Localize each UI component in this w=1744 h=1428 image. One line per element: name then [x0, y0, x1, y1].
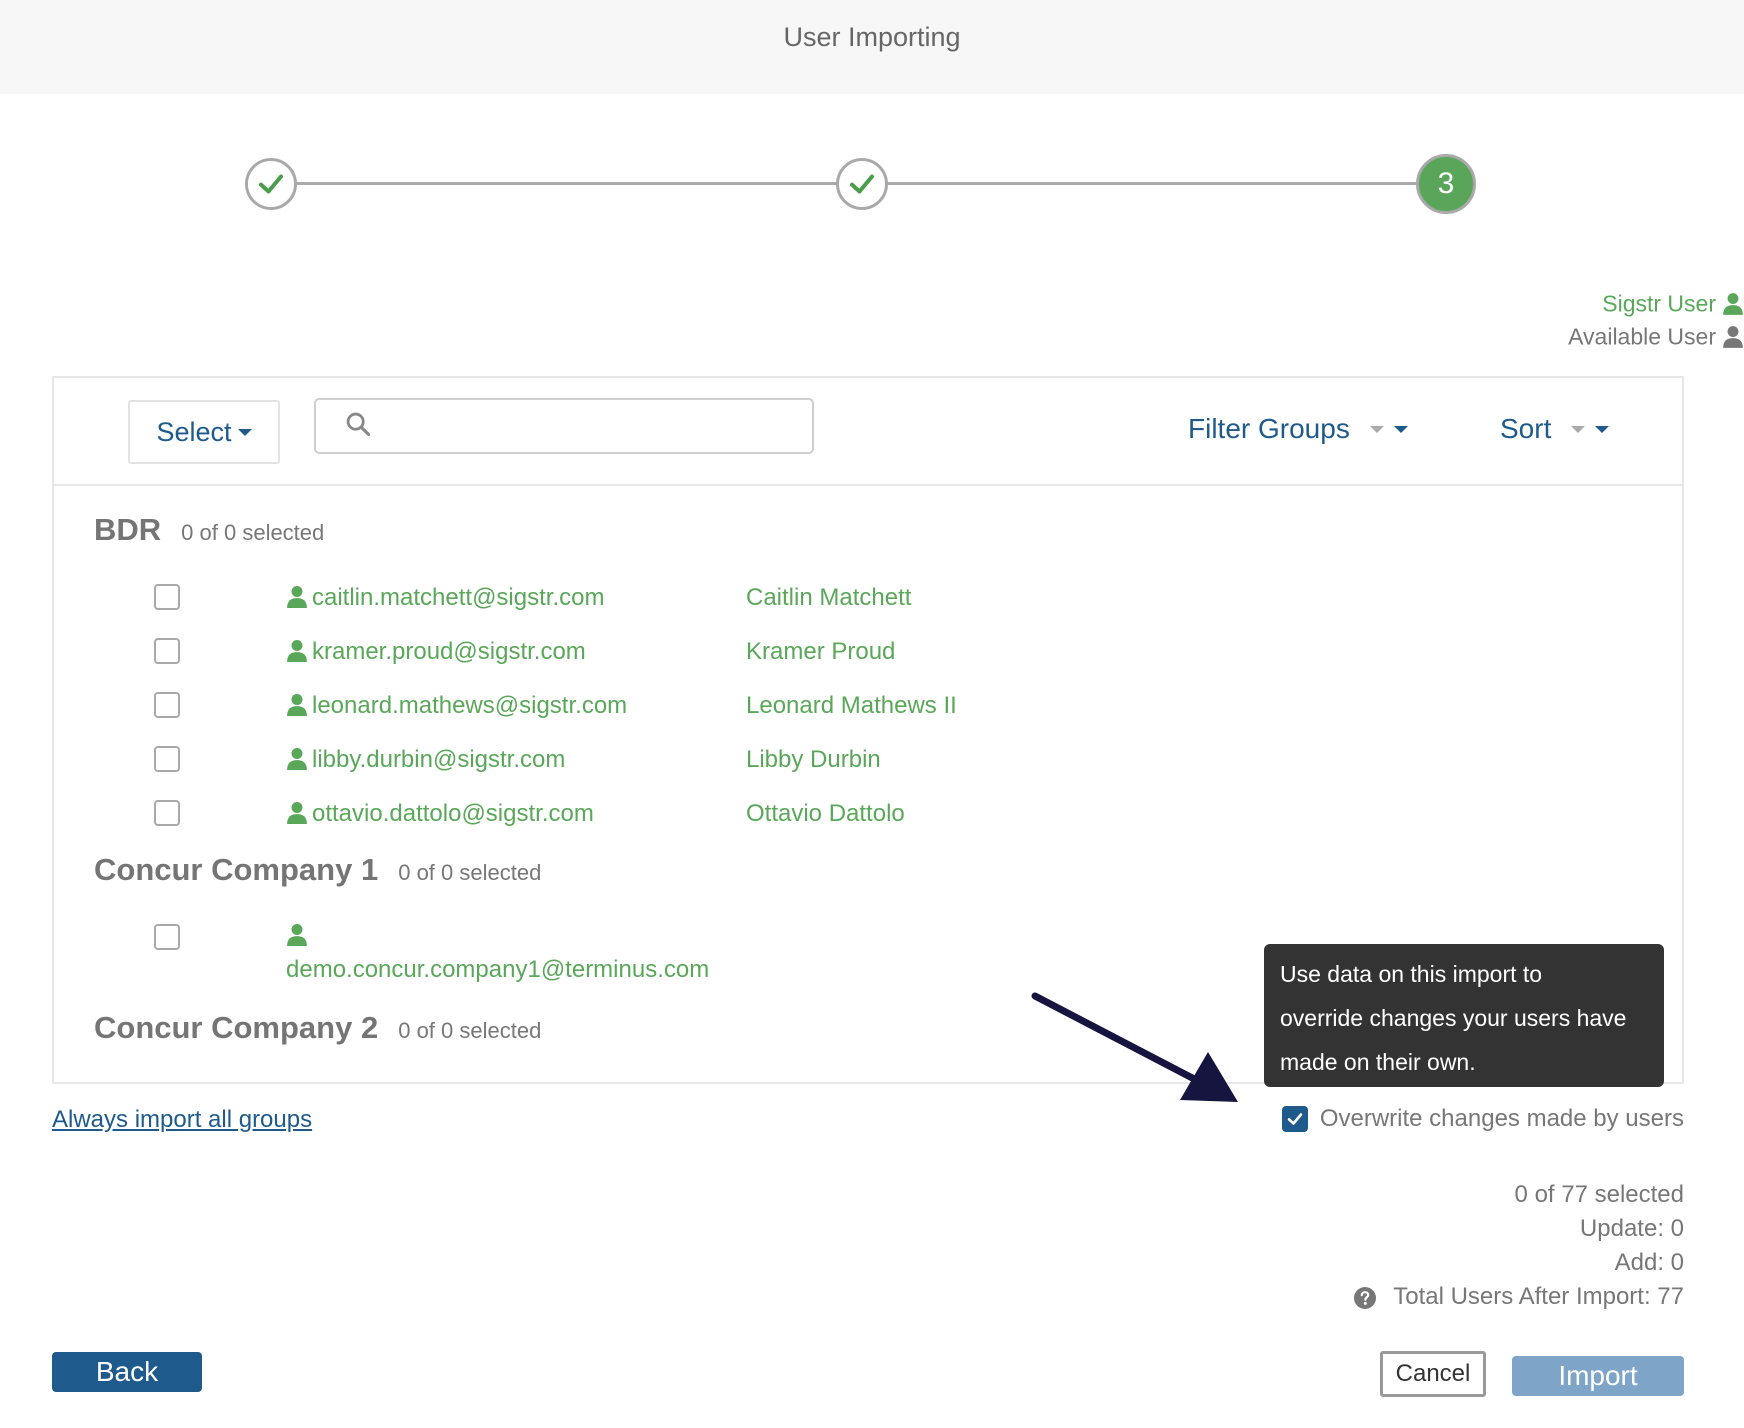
user-email: caitlin.matchett@sigstr.com [312, 584, 605, 611]
group-header-concur-company-2: Concur Company 2 0 of 0 selected [94, 1010, 541, 1046]
user-checkbox[interactable] [154, 638, 180, 664]
group-selected-count: 0 of 0 selected [398, 860, 542, 885]
check-icon [850, 174, 874, 194]
user-icon [286, 1082, 308, 1084]
overwrite-label: Overwrite changes made by users [1319, 1105, 1684, 1132]
overwrite-option[interactable]: Overwrite changes made by users [1281, 1105, 1684, 1133]
group-name: Concur Company 1 [94, 852, 379, 887]
caret-down-icon [1369, 425, 1384, 433]
group-header-bdr: BDR 0 of 0 selected [94, 512, 324, 548]
user-checkbox[interactable] [154, 1082, 180, 1084]
modal-header: User Importing [0, 0, 1744, 94]
tooltip-line: Use data on this import to [1280, 961, 1543, 987]
user-checkbox[interactable] [154, 692, 180, 718]
user-email: demo.concur.company1@terminus.com [286, 956, 710, 983]
user-icon [287, 586, 307, 608]
group-name: BDR [94, 512, 162, 547]
filter-groups-label: Filter Groups [1188, 413, 1350, 444]
user-icon [287, 748, 307, 770]
step-number: 3 [1437, 167, 1455, 200]
cancel-button[interactable]: Cancel [1380, 1351, 1486, 1397]
step-2-complete [836, 158, 888, 210]
group-name: Concur Company 2 [94, 1010, 379, 1045]
user-name: Caitlin Matchett [746, 584, 912, 611]
list-toolbar: Select Filter Groups Sort [54, 378, 1682, 486]
group-selected-count: 0 of 0 selected [181, 520, 325, 545]
caret-down-icon [1571, 425, 1586, 433]
page-title: User Importing [783, 22, 961, 52]
tooltip-line: override changes your users have [1280, 1005, 1627, 1031]
tooltip-line: made on their own. [1280, 1049, 1476, 1075]
table-row: kramer.proud@sigstr.com Kramer Proud [54, 632, 1682, 672]
total-users-row: Total Users After Import: 77 [1353, 1280, 1684, 1314]
caret-down-icon [1595, 425, 1610, 433]
filter-groups-dropdown[interactable]: Filter Groups [1188, 406, 1408, 452]
search-icon [346, 412, 371, 437]
back-button[interactable]: Back [52, 1352, 202, 1392]
legend-sigstr-user: Sigstr User [60, 289, 1744, 317]
user-email: ottavio.dattolo@sigstr.com [312, 800, 594, 827]
selected-count: 0 of 77 selected [1514, 1181, 1684, 1208]
user-email: libby.durbin@sigstr.com [312, 746, 566, 773]
check-icon [1287, 1113, 1303, 1125]
sort-label: Sort [1500, 413, 1552, 444]
user-email: leonard.mathews@sigstr.com [312, 692, 628, 719]
user-icon [1723, 326, 1743, 348]
always-import-all-groups-link[interactable]: Always import all groups [52, 1106, 312, 1134]
question-circle-icon[interactable] [1353, 1286, 1377, 1310]
user-icon [287, 802, 307, 824]
filter-carets [1369, 425, 1408, 433]
legend-label: Sigstr User [1602, 290, 1716, 317]
sort-carets [1571, 425, 1610, 433]
overwrite-checkbox[interactable] [1281, 1106, 1308, 1132]
check-icon [259, 174, 283, 194]
search-box[interactable] [314, 398, 814, 454]
user-name: Libby Durbin [746, 746, 881, 773]
search-input[interactable] [386, 406, 796, 446]
legend-available-user: Available User [60, 322, 1744, 350]
group-header-concur-company-1: Concur Company 1 0 of 0 selected [94, 852, 541, 888]
group-selected-count: 0 of 0 selected [398, 1018, 542, 1043]
select-label: Select [156, 416, 232, 447]
table-row: leonard.mathews@sigstr.com Leonard Mathe… [54, 686, 1682, 726]
select-dropdown-button[interactable]: Select [128, 400, 280, 464]
user-name: Ottavio Dattolo [746, 800, 905, 827]
user-name: Leonard Mathews II [746, 692, 957, 719]
total-users-after-import: Total Users After Import: 77 [1393, 1283, 1684, 1310]
caret-down-icon [1393, 425, 1408, 433]
user-checkbox[interactable] [154, 746, 180, 772]
step-connector [884, 182, 1424, 185]
user-icon [287, 640, 307, 662]
user-name: Kramer Proud [746, 638, 896, 665]
user-checkbox[interactable] [154, 584, 180, 610]
user-icon [1723, 293, 1743, 315]
step-connector [294, 182, 842, 185]
annotation-arrow-icon [1031, 992, 1238, 1102]
table-row: libby.durbin@sigstr.com Libby Durbin [54, 740, 1682, 780]
user-email: kramer.proud@sigstr.com [312, 638, 586, 665]
update-count: Update: 0 [1579, 1215, 1684, 1242]
legend-label: Available User [1568, 323, 1716, 350]
user-checkbox[interactable] [154, 924, 180, 950]
table-row: ottavio.dattolo@sigstr.com Ottavio Datto… [54, 794, 1682, 834]
add-count: Add: 0 [1614, 1249, 1684, 1276]
step-1-complete [245, 158, 297, 210]
sort-dropdown[interactable]: Sort [1500, 406, 1610, 452]
user-icon [287, 924, 307, 946]
user-checkbox[interactable] [154, 800, 180, 826]
step-3-active: 3 [1416, 154, 1476, 214]
table-row: caitlin.matchett@sigstr.com Caitlin Matc… [54, 578, 1682, 618]
user-icon [287, 694, 307, 716]
overwrite-tooltip: Use data on this import to override chan… [1264, 944, 1664, 1087]
import-summary: 0 of 77 selected Update: 0 Add: 0 Total … [1353, 1178, 1684, 1314]
caret-down-icon [237, 428, 252, 436]
import-button[interactable]: Import [1512, 1356, 1684, 1396]
